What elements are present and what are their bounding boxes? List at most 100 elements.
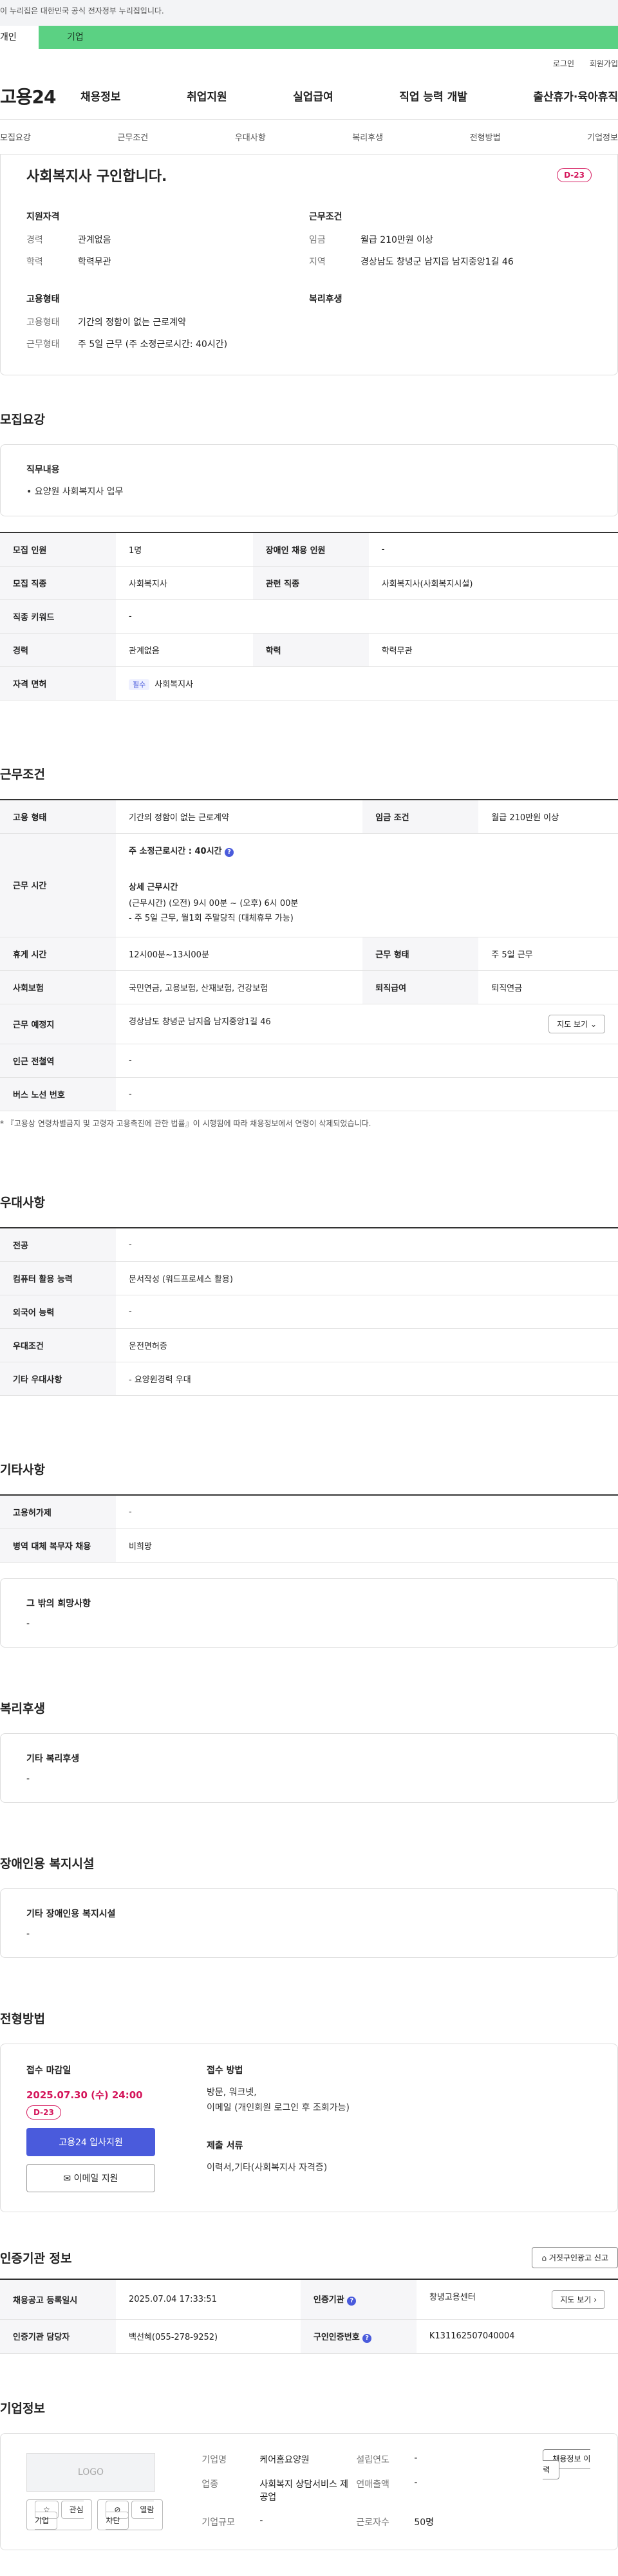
company-logo-block: LOGO ☆ 관심기업 ⊘ 열람차단 xyxy=(26,2452,164,2530)
process-title: 전형방법 xyxy=(0,2011,45,2026)
cert-title: 인증기관 정보 xyxy=(0,2251,72,2266)
cell-value: 12시00분~13시00분 xyxy=(116,937,363,971)
cell-value: 주 소정근로시간 : 40시간 ? 상세 근무시간 (근무시간) (오전) 9시… xyxy=(116,833,618,937)
job-title: 사회복지사 구인합니다. xyxy=(26,169,167,185)
fav-company-button[interactable]: ☆ 관심기업 xyxy=(26,2499,93,2530)
scale-label: 기업규모 xyxy=(201,2517,235,2528)
map-button[interactable]: 지도 보기 ⌄ xyxy=(548,1014,605,1033)
info-icon[interactable]: ? xyxy=(347,2297,357,2306)
cell-value: 1명 xyxy=(116,532,253,567)
recruit-title: 모집요강 xyxy=(0,413,45,427)
cell-value: 사회복지사(사회복지시설) xyxy=(368,566,618,600)
edu-label: 학력 xyxy=(26,257,43,267)
company-title: 기업정보 xyxy=(0,2401,45,2416)
report-button[interactable]: ⌂ 거짓구인광고 신고 xyxy=(532,2246,618,2268)
gnb-item-unemployment[interactable]: 실업급여 xyxy=(293,88,333,104)
snb-work[interactable]: 근무조건 xyxy=(117,131,148,143)
welfare-box: 기타 복리후생 - xyxy=(0,1733,618,1803)
table-row: 기타 우대사항 - 요양원경력 우대 xyxy=(0,1362,618,1396)
tab-company[interactable]: 기업 xyxy=(39,26,618,49)
table-row: 채용공고 등록일시 2025.07.04 17:33:51 인증기관 ? 창녕고용센터… xyxy=(0,2279,618,2320)
history-button[interactable]: 채용정보 이력 xyxy=(543,2449,591,2479)
util-links: 로그인 회원가입 xyxy=(0,49,618,72)
cell-label: 자격 면허 xyxy=(0,666,116,700)
cell-value: 필수 사회복지사 xyxy=(116,666,618,700)
license-value: 사회복지사 xyxy=(154,680,194,690)
cell-label: 채용공고 등록일시 xyxy=(0,2279,116,2320)
table-row: 병역 대체 복무자 채용 비희망 xyxy=(0,1528,618,1563)
cell-value: - xyxy=(116,1295,618,1329)
disabled-box-title: 기타 장애인용 복지시설 xyxy=(26,1908,116,1919)
cell-label: 인증기관 ? xyxy=(300,2279,417,2320)
docs-value: 이력서,기타(사회복지사 자격증) xyxy=(207,2163,328,2174)
snb-process[interactable]: 전형방법 xyxy=(470,131,501,143)
qual-title: 지원자격 xyxy=(26,212,60,222)
gnb-item-leave[interactable]: 출산휴가·육아휴직 xyxy=(533,88,618,104)
info-icon[interactable]: ? xyxy=(225,848,234,857)
cell-label: 직종 키워드 xyxy=(0,599,116,634)
sales-value: - xyxy=(414,2477,418,2488)
cell-value: 비희망 xyxy=(116,1528,618,1563)
welfare-box-value: - xyxy=(26,1773,30,1784)
cell-label: 모집 직종 xyxy=(0,566,116,600)
table-row: 인근 전철역 - xyxy=(0,1044,618,1078)
place-value: 경상남도 창녕군 남지읍 남지중앙1길 46 xyxy=(129,1017,271,1027)
work-section-title: 근무조건 xyxy=(0,767,45,782)
year-value: - xyxy=(414,2452,418,2463)
tab-individual[interactable]: 개인 xyxy=(0,26,39,49)
cell-value: - xyxy=(116,1227,618,1262)
gnb-item-training[interactable]: 직업 능력 개발 xyxy=(399,88,467,104)
disabled-box: 기타 장애인용 복지시설 - xyxy=(0,1888,618,1958)
duty-box: 직무내용 • 요양원 사회복지사 업무 xyxy=(0,444,618,516)
cell-value: 백선혜(055-278-9252) xyxy=(116,2319,301,2354)
pref-table: 전공 - 컴퓨터 활용 능력 문서작성 (워드프로세스 활용) 외국어 능력 - 우대… xyxy=(0,1227,618,1396)
process-box: 접수 마감일 2025.07.30 (수) 24:00 D-23 고용24 입사… xyxy=(0,2043,618,2212)
table-row: 전공 - xyxy=(0,1227,618,1262)
work-block: 근무조건 임금 월급 210만원 이상 지역 경상남도 창녕군 남지읍 남지중앙1길… xyxy=(309,210,592,277)
wage-value: 월급 210만원 이상 xyxy=(360,235,433,245)
gov-banner-text: 이 누리집은 대한민국 공식 전자정부 누리집입니다. xyxy=(0,6,164,15)
summary-card: 사회복지사 구인합니다. D-23 지원자격 경력 관계없음 학력 학력무관 근무조… xyxy=(0,155,618,375)
table-row: 자격 면허 필수 사회복지사 xyxy=(0,666,618,700)
gnb-item-employment-support[interactable]: 취업지원 xyxy=(187,88,227,104)
site-logo[interactable]: 고용24 xyxy=(0,83,80,109)
etc-table: 고용허가제 - 병역 대체 복무자 채용 비희망 xyxy=(0,1494,618,1563)
snb-company[interactable]: 기업정보 xyxy=(587,131,618,143)
snb-welfare[interactable]: 복리후생 xyxy=(352,131,383,143)
emptype-label: 고용형태 xyxy=(26,317,60,328)
area-value: 경상남도 창녕군 남지읍 남지중앙1길 46 xyxy=(360,257,514,267)
member-tabs: 개인 기업 xyxy=(0,26,618,49)
email-apply-button[interactable]: ✉ 이메일 지원 xyxy=(26,2163,155,2192)
cell-value: 운전면허증 xyxy=(116,1328,618,1362)
deadline-value: 2025.07.30 (수) 24:00 xyxy=(26,2089,143,2101)
other-wish-box: 그 밖의 희망사항 - xyxy=(0,1577,618,1648)
disabled-title: 장애인용 복지시설 xyxy=(0,1856,95,1871)
age-note: * 『고용상 연령차별금지 및 고령자 고용촉진에 관한 법률』이 시행됨에 따… xyxy=(0,1118,371,1128)
cert-map-button[interactable]: 지도 보기 › xyxy=(552,2289,605,2309)
cert-map-label: 지도 보기 xyxy=(560,2295,592,2304)
summary-grid: 지원자격 경력 관계없음 학력 학력무관 근무조건 임금 월급 210만원 이상 지역… xyxy=(26,210,592,359)
apply-button[interactable]: 고용24 입사지원 xyxy=(26,2127,155,2156)
cell-value: - xyxy=(116,1494,618,1529)
gnb-item-jobs[interactable]: 채용정보 xyxy=(80,88,121,104)
table-row: 컴퓨터 활용 능력 문서작성 (워드프로세스 활용) xyxy=(0,1261,618,1295)
cell-value: 학력무관 xyxy=(368,633,618,667)
welfare-title: 복리후생 xyxy=(309,294,342,305)
login-link[interactable]: 로그인 xyxy=(553,59,574,68)
table-row: 모집 직종 사회복지사 관련 직종 사회복지사(사회복지시설) xyxy=(0,566,618,600)
info-icon[interactable]: ? xyxy=(362,2333,372,2343)
table-row: 우대조건 운전면허증 xyxy=(0,1328,618,1362)
cell-label: 근무 시간 xyxy=(0,833,116,937)
cell-value: 관계없음 xyxy=(116,633,253,667)
recruit-table: 모집 인원 1명 장애인 채용 인원 - 모집 직종 사회복지사 관련 직종 사회복지사(사… xyxy=(0,532,618,700)
summary-header: 사회복지사 구인합니다. D-23 xyxy=(26,161,592,185)
block-button[interactable]: ⊘ 열람차단 xyxy=(97,2499,164,2530)
snb-pref[interactable]: 우대사항 xyxy=(235,131,266,143)
cell-label: 인근 전철역 xyxy=(0,1044,116,1078)
snb-recruit[interactable]: 모집요강 xyxy=(0,131,31,143)
org-label: 인증기관 xyxy=(313,2295,344,2306)
join-link[interactable]: 회원가입 xyxy=(590,59,618,68)
cell-label: 사회보험 xyxy=(0,970,116,1004)
cell-label: 컴퓨터 활용 능력 xyxy=(0,1261,116,1295)
method-value-2: 이메일 (개인회원 로그인 후 조회가능) xyxy=(207,2102,350,2113)
